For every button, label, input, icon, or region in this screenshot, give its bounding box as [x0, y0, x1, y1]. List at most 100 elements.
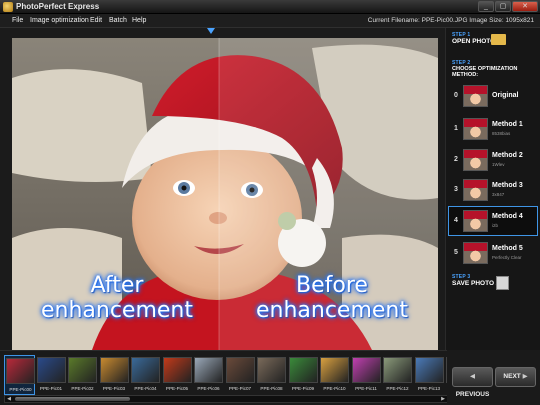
window-title: PhotoPerfect Express — [16, 2, 100, 11]
method-thumbnail — [463, 210, 488, 232]
filmstrip-thumbnail[interactable]: PPE-Pic06 — [193, 355, 224, 395]
thumbnail-label: PPE-Pic01 — [39, 386, 63, 391]
minimize-button[interactable]: _ — [478, 1, 494, 12]
after-label-line-2: enhancement — [40, 298, 193, 323]
thumbnail-label: PPE-Pic05 — [165, 386, 189, 391]
previous-button[interactable]: ◀ PREVIOUS — [452, 367, 493, 398]
method-thumbnail — [463, 118, 488, 140]
thumbnail-label: PPE-Pic10 — [323, 386, 346, 391]
file-info: Current Filename: PPE-Pic00.JPG Image Si… — [367, 17, 534, 24]
method-subtitle: 1Wlev — [492, 162, 505, 167]
scroll-left-icon[interactable]: ◀ — [5, 396, 13, 402]
filmstrip-thumbnail[interactable]: PPE-Pic11 — [351, 355, 382, 395]
menu-help[interactable]: Help — [132, 17, 146, 24]
split-marker-icon[interactable] — [207, 28, 215, 34]
method-thumbnail — [463, 149, 488, 171]
thumbnail-label: PPE-Pic08 — [260, 386, 283, 391]
filmstrip-thumbnail[interactable]: PPE-Pic09 — [288, 355, 319, 395]
open-photo-button[interactable]: OPEN PHOTO — [452, 38, 495, 45]
thumbnail-image — [257, 357, 286, 383]
title-bar: PhotoPerfect Express _ ▢ ✕ — [0, 0, 540, 14]
photo-preview[interactable]: After enhancement Before enhancement — [12, 38, 438, 350]
chevron-left-icon: ◀ — [470, 373, 475, 380]
filmstrip-scrollbar[interactable]: ◀ ▶ — [4, 395, 448, 403]
window-controls: _ ▢ ✕ — [478, 1, 538, 12]
filmstrip-thumbnail[interactable]: PPE-Pic08 — [256, 355, 287, 395]
method-subtitle: 8538bias — [492, 131, 511, 136]
filmstrip-thumbnail[interactable]: PPE-Pic05 — [162, 355, 193, 395]
method-thumbnail — [463, 85, 488, 107]
thumbnail-image — [162, 357, 192, 383]
close-button[interactable]: ✕ — [512, 1, 538, 12]
method-number: 4 — [454, 217, 458, 224]
thumbnail-image — [351, 357, 381, 383]
thumbnail-label: PPE-Pic00 — [9, 387, 32, 392]
menu-edit[interactable]: Edit — [90, 17, 102, 24]
method-name: Method 1 — [492, 121, 523, 128]
before-enhancement-label: Before enhancement — [232, 273, 432, 323]
method-thumbnail — [463, 179, 488, 201]
step1-section: STEP 1 OPEN PHOTO — [452, 32, 495, 45]
filmstrip: PPE-Pic00 PPE-Pic01 PPE-Pic02 PPE-Pic03 PPE-… — [0, 350, 507, 405]
scroll-thumb[interactable] — [15, 397, 130, 401]
filmstrip-thumbnail[interactable]: PPE-Pic04 — [130, 355, 161, 395]
menu-bar: File Image optimization Edit Batch Help … — [0, 14, 540, 28]
step2-title: CHOOSE OPTIMIZATION METHOD: — [452, 66, 518, 78]
thumbnail-label: PPE-Pic06 — [197, 386, 220, 391]
filmstrip-thumbnail[interactable]: PPE-Pic03 — [99, 355, 130, 395]
method-number: 2 — [454, 156, 458, 163]
thumbnail-image — [194, 357, 223, 383]
thumbnail-image — [383, 357, 412, 383]
folder-icon[interactable] — [491, 34, 506, 45]
thumbnail-image — [36, 357, 66, 383]
filmstrip-thumbnail[interactable]: PPE-Pic00 — [4, 355, 35, 395]
thumbnail-label: PPE-Pic13 — [417, 386, 441, 391]
filmstrip-thumbnail[interactable]: PPE-Pic02 — [67, 355, 98, 395]
method-subtitle: i2b — [492, 223, 499, 228]
filmstrip-thumbnail[interactable]: PPE-Pic12 — [382, 355, 413, 395]
menu-batch[interactable]: Batch — [109, 17, 127, 24]
thumbnail-image — [225, 357, 255, 383]
menu-image-optimization[interactable]: Image optimization — [30, 17, 89, 24]
thumbnail-label: PPE-Pic12 — [386, 386, 409, 391]
navigation-area: ◀ PREVIOUS NEXT ▶ — [447, 350, 540, 405]
method-option-1[interactable]: 1 Method 1 8538bias — [448, 114, 538, 144]
method-number: 0 — [454, 92, 458, 99]
method-option-3[interactable]: 3 Method 3 3x847 — [448, 175, 538, 205]
thumbnail-label: PPE-Pic04 — [134, 386, 157, 391]
method-option-4[interactable]: 4 Method 4 i2b — [448, 206, 538, 236]
scroll-right-icon[interactable]: ▶ — [439, 396, 447, 402]
thumbnail-label: PPE-Pic11 — [355, 386, 377, 391]
thumbnail-image — [6, 358, 35, 384]
method-option-0[interactable]: 0 Original — [448, 81, 538, 111]
thumbnail-label: PPE-Pic09 — [291, 386, 315, 391]
method-number: 5 — [454, 249, 458, 256]
method-name: Method 4 — [492, 213, 523, 220]
previous-label: PREVIOUS — [455, 391, 490, 398]
method-option-2[interactable]: 2 Method 2 1Wlev — [448, 145, 538, 175]
filmstrip-thumbnail[interactable]: PPE-Pic10 — [319, 355, 350, 395]
save-icon[interactable] — [496, 276, 509, 290]
after-enhancement-label: After enhancement — [22, 273, 212, 323]
method-name: Original — [492, 92, 519, 99]
method-name: Method 5 — [492, 245, 523, 252]
thumbnail-image — [320, 357, 349, 383]
thumbnail-label: PPE-Pic03 — [102, 386, 126, 391]
filmstrip-thumbnail[interactable]: PPE-Pic07 — [225, 355, 256, 395]
next-button[interactable]: NEXT ▶ — [495, 367, 536, 387]
chevron-right-icon: ▶ — [520, 373, 528, 380]
optimization-panel: STEP 1 OPEN PHOTO STEP 2 CHOOSE OPTIMIZA… — [445, 28, 540, 350]
maximize-button[interactable]: ▢ — [495, 1, 511, 12]
thumbnail-image — [99, 357, 129, 383]
filmstrip-thumbnail[interactable]: PPE-Pic13 — [414, 355, 445, 395]
filmstrip-thumbnail[interactable]: PPE-Pic01 — [36, 355, 67, 395]
before-label-line-2: enhancement — [255, 298, 408, 323]
app-icon — [3, 2, 13, 12]
method-option-5[interactable]: 5 Method 5 Perfectly Clear — [448, 238, 538, 268]
method-number: 1 — [454, 125, 458, 132]
thumbnail-image — [288, 357, 318, 383]
before-label-line-1: Before — [296, 273, 368, 298]
thumbnail-label: PPE-Pic07 — [228, 386, 252, 391]
method-subtitle: Perfectly Clear — [492, 255, 522, 260]
menu-file[interactable]: File — [12, 17, 23, 24]
